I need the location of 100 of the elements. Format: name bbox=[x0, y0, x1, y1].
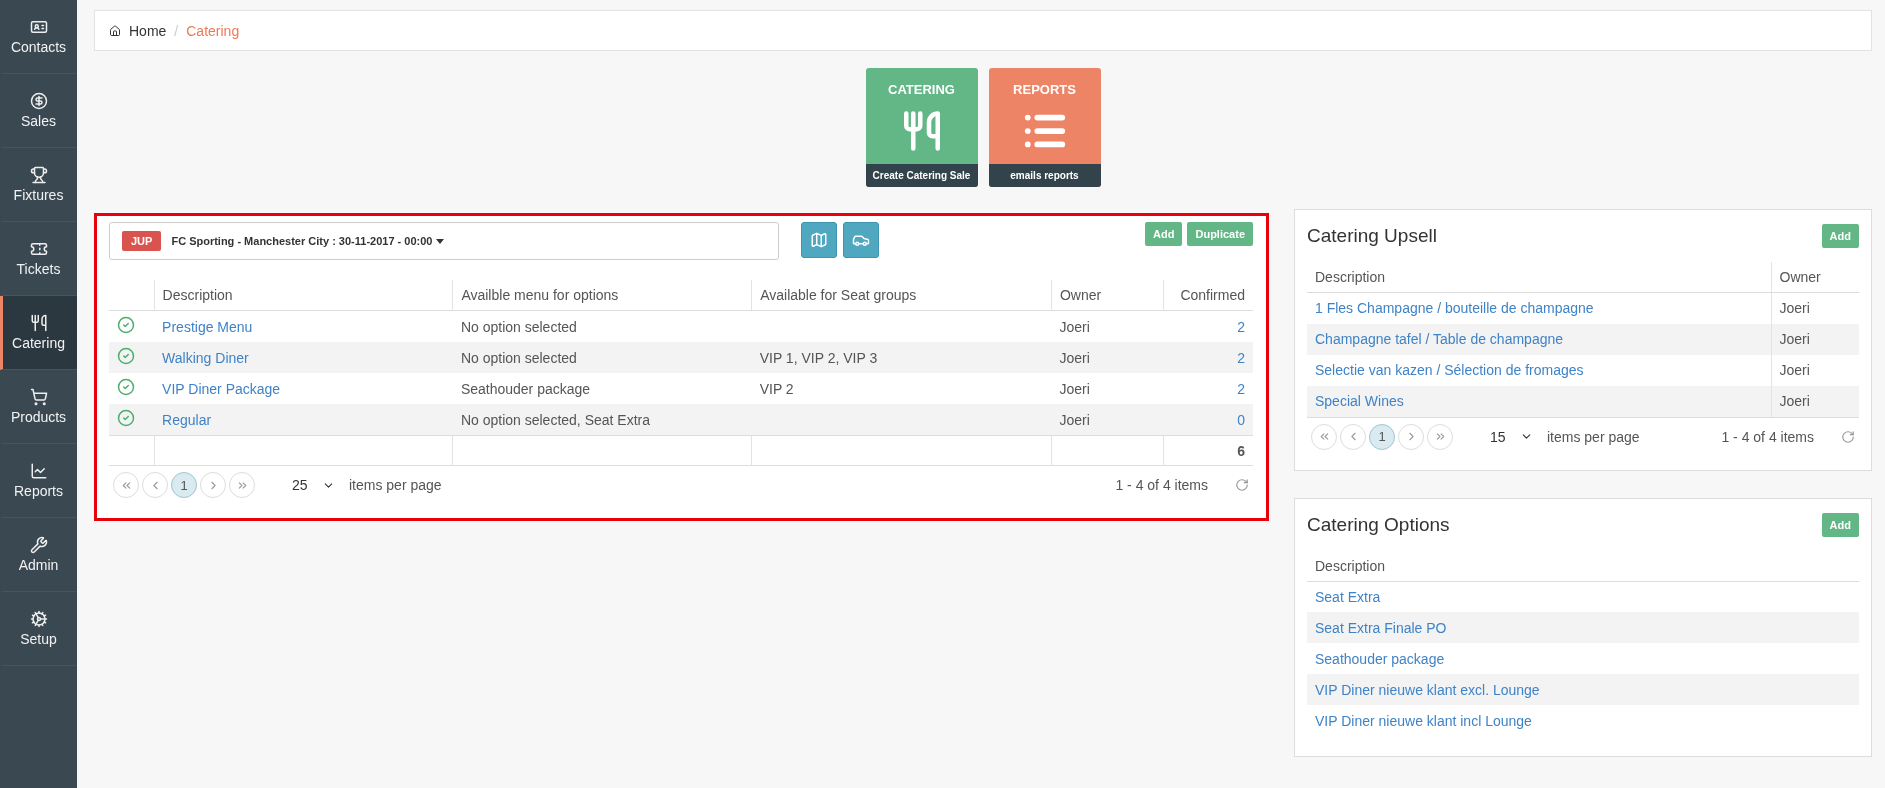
event-badge: JUP bbox=[122, 231, 162, 251]
sidebar-item[interactable]: Sales bbox=[0, 74, 77, 148]
table-cell: No option selected, Seat Extra bbox=[460, 411, 650, 428]
table-cell: No option selected bbox=[460, 318, 577, 335]
tile-caption: Create Catering Sale bbox=[865, 164, 978, 187]
action-button[interactable]: Duplicate bbox=[1187, 222, 1253, 246]
table-cell: Joeri bbox=[1059, 380, 1090, 397]
sidebar-item[interactable]: Admin bbox=[0, 518, 77, 592]
items-per-page-label: items per page bbox=[1547, 428, 1640, 445]
count-link[interactable]: 0 bbox=[1237, 411, 1245, 428]
refresh-icon[interactable] bbox=[1841, 429, 1855, 444]
event-select[interactable]: JUP FC Sporting - Manchester City : 30-11-2017 - 00:00 bbox=[109, 222, 779, 260]
action-button[interactable]: Add bbox=[1145, 222, 1183, 246]
add-button[interactable]: Add bbox=[1821, 512, 1859, 537]
fork-knife-icon bbox=[29, 314, 48, 332]
first-page-button[interactable] bbox=[113, 472, 139, 498]
item-link[interactable]: Seat Extra Finale PO bbox=[1315, 619, 1447, 636]
map-icon bbox=[810, 231, 828, 249]
breadcrumb-link[interactable]: Home bbox=[129, 22, 167, 39]
card-title: Catering Upsell bbox=[1307, 225, 1437, 247]
page-button[interactable]: 1 bbox=[1369, 423, 1395, 450]
trophy-icon bbox=[29, 166, 48, 184]
shortcut-tile[interactable]: REPORTS emails reports bbox=[988, 68, 1101, 187]
column-header: Description bbox=[1307, 550, 1859, 581]
line-chart-icon bbox=[29, 462, 48, 480]
caret-icon[interactable] bbox=[436, 238, 445, 244]
item-link[interactable]: VIP Diner nieuwe klant incl Lounge bbox=[1315, 712, 1532, 729]
item-link[interactable]: Walking Diner bbox=[162, 349, 249, 366]
page-button[interactable]: 1 bbox=[171, 472, 197, 498]
refresh-icon[interactable] bbox=[1235, 478, 1249, 492]
previous-page-button[interactable] bbox=[142, 472, 168, 498]
column-header: Available for Seat groups bbox=[751, 280, 1052, 311]
table-cell: Joeri bbox=[1779, 362, 1810, 378]
sidebar-item[interactable]: Catering bbox=[0, 296, 77, 370]
wrench-icon bbox=[29, 536, 48, 554]
gear-icon bbox=[29, 610, 48, 628]
next-page-button[interactable] bbox=[1398, 423, 1424, 450]
check-circle-icon bbox=[117, 347, 135, 365]
sidebar-item[interactable]: Reports bbox=[0, 444, 77, 518]
items-per-page-label: items per page bbox=[349, 477, 442, 493]
sidebar-item[interactable]: Contacts bbox=[0, 0, 77, 74]
table-cell: VIP 1, VIP 2, VIP 3 bbox=[759, 349, 878, 366]
card-title: Catering Options bbox=[1307, 513, 1450, 536]
column-header: Description bbox=[154, 280, 453, 311]
breadcrumb-link[interactable]: Catering bbox=[186, 22, 240, 39]
id-card-icon bbox=[29, 18, 48, 36]
shortcut-tile[interactable]: CATERING Create Catering Sale bbox=[865, 68, 978, 187]
table-cell: No option selected bbox=[460, 349, 577, 366]
cart-icon bbox=[29, 388, 48, 406]
breadcrumb-separator: / bbox=[174, 22, 179, 39]
table-cell: Joeri bbox=[1059, 411, 1090, 428]
sidebar-item[interactable]: Setup bbox=[0, 592, 77, 666]
count-link[interactable]: 2 bbox=[1237, 349, 1245, 366]
sidebar-item[interactable]: Fixtures bbox=[0, 148, 77, 222]
tile-caption: emails reports bbox=[988, 164, 1101, 187]
check-circle-icon bbox=[117, 409, 135, 427]
item-link[interactable]: Seat Extra bbox=[1315, 588, 1381, 605]
total-cell: 6 bbox=[1237, 442, 1245, 459]
table-cell: VIP 2 bbox=[759, 380, 794, 397]
check-circle-icon bbox=[117, 378, 135, 396]
first-page-button[interactable] bbox=[1311, 423, 1337, 450]
last-page-button[interactable] bbox=[1427, 423, 1453, 450]
table-cell: Joeri bbox=[1779, 300, 1810, 317]
item-link[interactable]: Champagne tafel / Table de champagne bbox=[1315, 331, 1564, 347]
column-header: Description bbox=[1307, 262, 1771, 293]
item-link[interactable]: Regular bbox=[162, 411, 212, 428]
map-button[interactable] bbox=[801, 222, 837, 258]
table-cell: Joeri bbox=[1779, 331, 1810, 347]
car-button[interactable] bbox=[843, 222, 879, 258]
tile-title: REPORTS bbox=[1013, 82, 1076, 97]
table-cell: Seathouder package bbox=[460, 380, 591, 397]
check-circle-icon bbox=[117, 316, 135, 334]
count-link[interactable]: 2 bbox=[1237, 318, 1245, 335]
column-header: Confirmed bbox=[1163, 280, 1253, 311]
item-link[interactable]: Selectie van kazen / Sélection de fromages bbox=[1315, 362, 1584, 378]
sidebar-item[interactable]: Products bbox=[0, 370, 77, 444]
item-link[interactable]: Prestige Menu bbox=[162, 318, 253, 335]
item-link[interactable]: VIP Diner Package bbox=[162, 380, 281, 397]
pager-summary: 1 - 4 of 4 items bbox=[1721, 428, 1814, 445]
home-icon bbox=[109, 24, 121, 37]
table-cell: Joeri bbox=[1059, 318, 1090, 335]
item-link[interactable]: Special Wines bbox=[1315, 393, 1404, 409]
page-size-select[interactable]: 25 bbox=[292, 477, 308, 493]
table-cell: Joeri bbox=[1779, 393, 1810, 409]
previous-page-button[interactable] bbox=[1340, 423, 1366, 450]
page-size-select[interactable]: 15 bbox=[1490, 428, 1506, 445]
column-header: Availble menu for options bbox=[452, 280, 752, 311]
tile-title: CATERING bbox=[888, 82, 955, 97]
table-cell: Joeri bbox=[1059, 349, 1090, 366]
dollar-icon bbox=[29, 92, 48, 110]
ticket-icon bbox=[29, 240, 48, 258]
last-page-button[interactable] bbox=[229, 472, 255, 498]
item-link[interactable]: 1 Fles Champagne / bouteille de champagne bbox=[1315, 300, 1594, 317]
column-header: Owner bbox=[1771, 262, 1859, 293]
next-page-button[interactable] bbox=[200, 472, 226, 498]
item-link[interactable]: Seathouder package bbox=[1315, 650, 1445, 667]
event-label: FC Sporting - Manchester City : 30-11-2017 - 00:00 bbox=[171, 235, 433, 247]
count-link[interactable]: 2 bbox=[1237, 380, 1245, 397]
column-header: Owner bbox=[1051, 280, 1164, 311]
add-button[interactable]: Add bbox=[1821, 224, 1859, 248]
